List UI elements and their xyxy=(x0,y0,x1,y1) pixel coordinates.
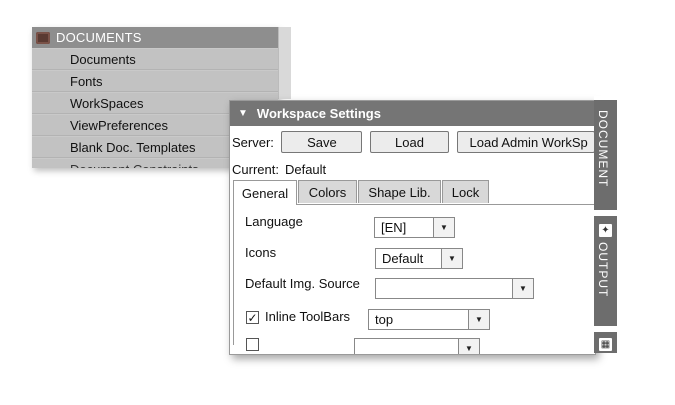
documents-title: DOCUMENTS xyxy=(56,30,142,45)
dock-tab-document[interactable]: DOCUMENT xyxy=(596,110,610,187)
inline-toolbars-value: top xyxy=(375,312,394,327)
dock-separator xyxy=(594,96,617,100)
chevron-down-icon: ▼ xyxy=(433,218,454,237)
inline-toolbars-label: Inline ToolBars xyxy=(265,309,351,324)
checkmark-icon: ✓ xyxy=(247,310,258,325)
folder-icon xyxy=(36,31,50,44)
dock-separator xyxy=(594,326,617,332)
dock-separator xyxy=(594,210,617,216)
current-value: Default xyxy=(284,161,327,177)
tab-lock[interactable]: Lock xyxy=(442,180,489,203)
documents-item-documents[interactable]: Documents xyxy=(32,49,278,70)
chevron-down-icon: ▼ xyxy=(512,279,533,298)
chevron-down-icon: ▼ xyxy=(468,310,489,329)
workspace-settings-dialog: ▼ Workspace Settings Server: Save Load L… xyxy=(229,100,596,355)
server-label: Server: xyxy=(232,134,274,150)
output-icon: ✦ xyxy=(599,224,612,237)
language-label: Language xyxy=(245,214,303,229)
current-label: Current: xyxy=(232,161,279,177)
icons-select[interactable]: Default ▼ xyxy=(375,248,463,269)
save-button[interactable]: Save xyxy=(281,131,363,153)
img-source-label: Default Img. Source xyxy=(245,276,360,291)
next-option-select[interactable]: ▼ xyxy=(354,338,480,354)
chevron-down-icon: ▼ xyxy=(458,339,479,354)
icons-value: Default xyxy=(382,251,424,266)
language-value: [EN] xyxy=(381,220,407,235)
inline-toolbars-select[interactable]: top ▼ xyxy=(368,309,490,330)
inline-toolbars-checkbox[interactable]: ✓ xyxy=(246,311,259,324)
load-button[interactable]: Load xyxy=(370,131,449,153)
img-source-select[interactable]: ▼ xyxy=(375,278,534,299)
language-select[interactable]: [EN] ▼ xyxy=(374,217,455,238)
tab-shape-lib[interactable]: Shape Lib. xyxy=(358,180,441,203)
collapse-triangle-icon[interactable]: ▼ xyxy=(238,108,248,119)
right-dock: DOCUMENT ✦ OUTPUT ▦ xyxy=(594,96,617,353)
grid-icon[interactable]: ▦ xyxy=(599,338,612,351)
next-option-checkbox[interactable] xyxy=(246,338,259,351)
tab-general[interactable]: General xyxy=(233,180,297,205)
general-tab-content: Language [EN] ▼ Icons Default ▼ Default … xyxy=(233,205,595,354)
documents-header[interactable]: DOCUMENTS xyxy=(32,27,278,48)
current-row: Current: Default xyxy=(230,158,595,180)
documents-scrollbar[interactable] xyxy=(278,27,291,99)
documents-item-fonts[interactable]: Fonts xyxy=(32,71,278,92)
dock-tab-output[interactable]: OUTPUT xyxy=(596,242,610,297)
chevron-down-icon: ▼ xyxy=(441,249,462,268)
settings-tabs: General Colors Shape Lib. Lock xyxy=(233,180,595,205)
icons-label: Icons xyxy=(245,245,277,260)
server-row: Server: Save Load Load Admin WorkSp xyxy=(230,126,595,158)
tab-colors[interactable]: Colors xyxy=(298,180,357,203)
workspace-title-bar[interactable]: ▼ Workspace Settings xyxy=(230,101,595,126)
workspace-title: Workspace Settings xyxy=(256,106,381,121)
load-admin-workspace-button[interactable]: Load Admin WorkSp xyxy=(456,131,595,153)
